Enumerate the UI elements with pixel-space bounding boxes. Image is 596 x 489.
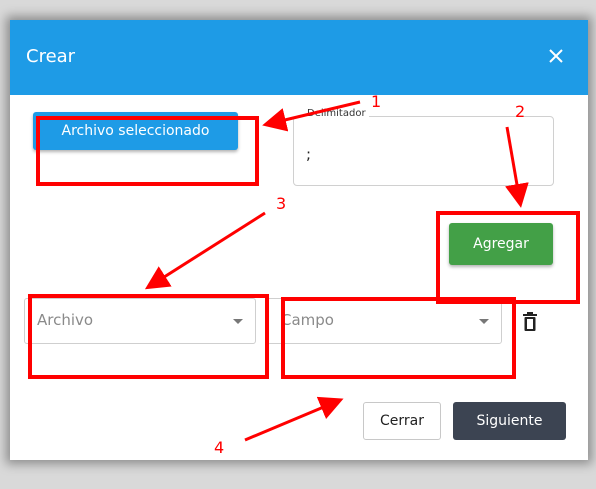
- delimiter-label: Delimitador: [304, 108, 369, 119]
- delimiter-value[interactable]: ;: [306, 145, 311, 163]
- close-icon[interactable]: [544, 44, 568, 68]
- annotation-number-3: 3: [276, 194, 287, 213]
- annotation-box-3: [28, 294, 269, 379]
- annotation-number-1: 1: [371, 92, 382, 111]
- dialog-header: Crear: [10, 20, 588, 95]
- annotation-box-4: [281, 297, 516, 379]
- dialog-title: Crear: [26, 46, 76, 67]
- annotation-number-4: 4: [214, 438, 225, 457]
- trash-icon[interactable]: [522, 312, 538, 332]
- annotation-number-2: 2: [515, 102, 526, 121]
- cancel-button[interactable]: Cerrar: [363, 402, 441, 440]
- delimiter-field[interactable]: Delimitador ;: [293, 108, 554, 186]
- annotation-box-1: [36, 116, 259, 186]
- next-button[interactable]: Siguiente: [453, 402, 566, 440]
- annotation-box-2: [436, 211, 580, 304]
